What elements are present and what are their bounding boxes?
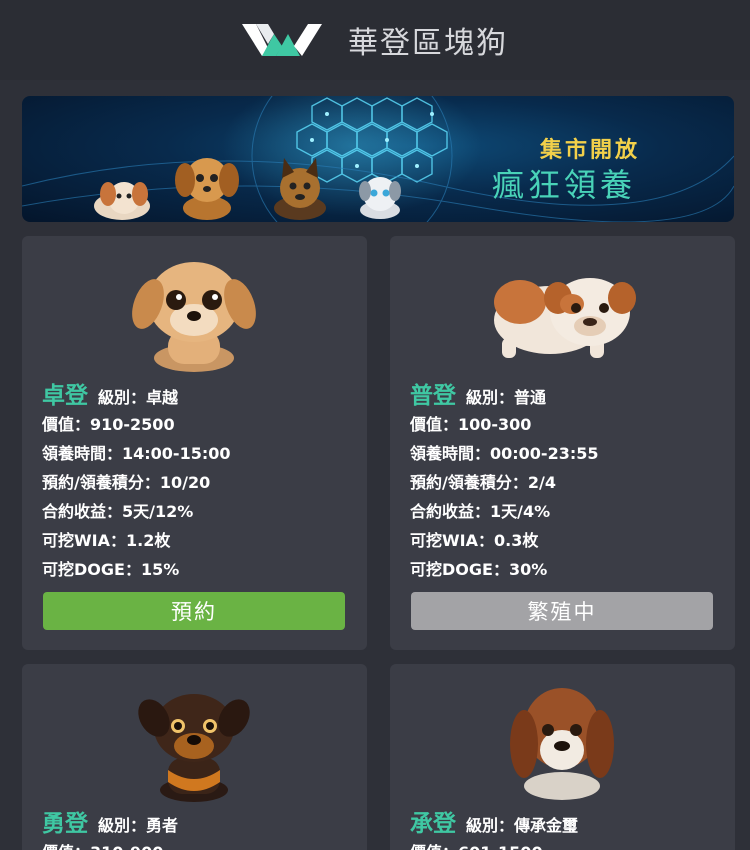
pet-image-zhuodeng [132,262,256,372]
pet-value: 價值：601-1500 [410,839,543,850]
pet-image-pudeng [494,278,636,358]
banner-dog-1 [94,182,150,220]
breeding-button[interactable]: 繁殖中 [411,592,713,630]
app-title: 華登區塊狗 [348,26,508,61]
pet-card-chengdeng[interactable]: 承登 級別：傳承金璽 價值：601-1500 [390,664,735,850]
pet-name: 承登 [410,811,456,837]
banner-slogan: 瘋狂領養 [492,166,637,204]
banner-dog-4 [359,177,401,219]
pet-level: 級別：卓越 [98,388,179,407]
pet-level: 級別：傳承金璽 [466,816,579,835]
pet-adopt-time: 領養時間：00:00-23:55 [410,444,599,463]
pet-name: 勇登 [42,811,88,837]
pet-name-row: 勇登 級別：勇者 [42,804,178,838]
pet-doge: 可挖DOGE：30% [410,560,548,579]
pet-image-yongdeng [138,694,250,802]
pet-name: 普登 [410,383,456,409]
pet-adopt-time: 領養時間：14:00-15:00 [42,444,231,463]
pet-card-zhuodeng[interactable]: 卓登 級別：卓越 價值：910-2500 領養時間：14:00-15:00 預約… [22,236,367,650]
pet-points: 預約/領養積分：2/4 [410,473,556,492]
pet-card-pudeng[interactable]: 普登 級別：普通 價值：100-300 領養時間：00:00-23:55 預約/… [390,236,735,650]
pet-contract: 合約收益：5天/12% [42,502,194,521]
pet-wia: 可挖WIA：1.2枚 [42,531,171,550]
pet-card-yongdeng[interactable]: 勇登 級別：勇者 價值：310-900 [22,664,367,850]
pet-name-row: 承登 級別：傳承金璽 [410,804,578,838]
pet-doge: 可挖DOGE：15% [42,560,180,579]
pet-wia: 可挖WIA：0.3枚 [410,531,539,550]
pet-name-row: 卓登 級別：卓越 [42,376,178,410]
pet-value: 價值：310-900 [42,839,163,850]
app-header: 華登區塊狗 [0,0,750,80]
pet-level: 級別：勇者 [98,816,179,835]
banner-dog-2 [175,158,239,220]
pet-value: 價值：910-2500 [42,415,175,434]
pet-name-row: 普登 級別：普通 [410,376,546,410]
pet-value: 價值：100-300 [410,415,532,434]
pet-points: 預約/領養積分：10/20 [42,473,211,492]
reserve-button[interactable]: 預約 [43,592,345,630]
pet-contract: 合約收益：1天/4% [410,502,551,521]
pet-name: 卓登 [42,383,88,409]
pet-level: 級別：普通 [466,388,547,407]
wia-logo-icon [242,24,322,56]
pet-image-chengdeng [510,688,614,800]
